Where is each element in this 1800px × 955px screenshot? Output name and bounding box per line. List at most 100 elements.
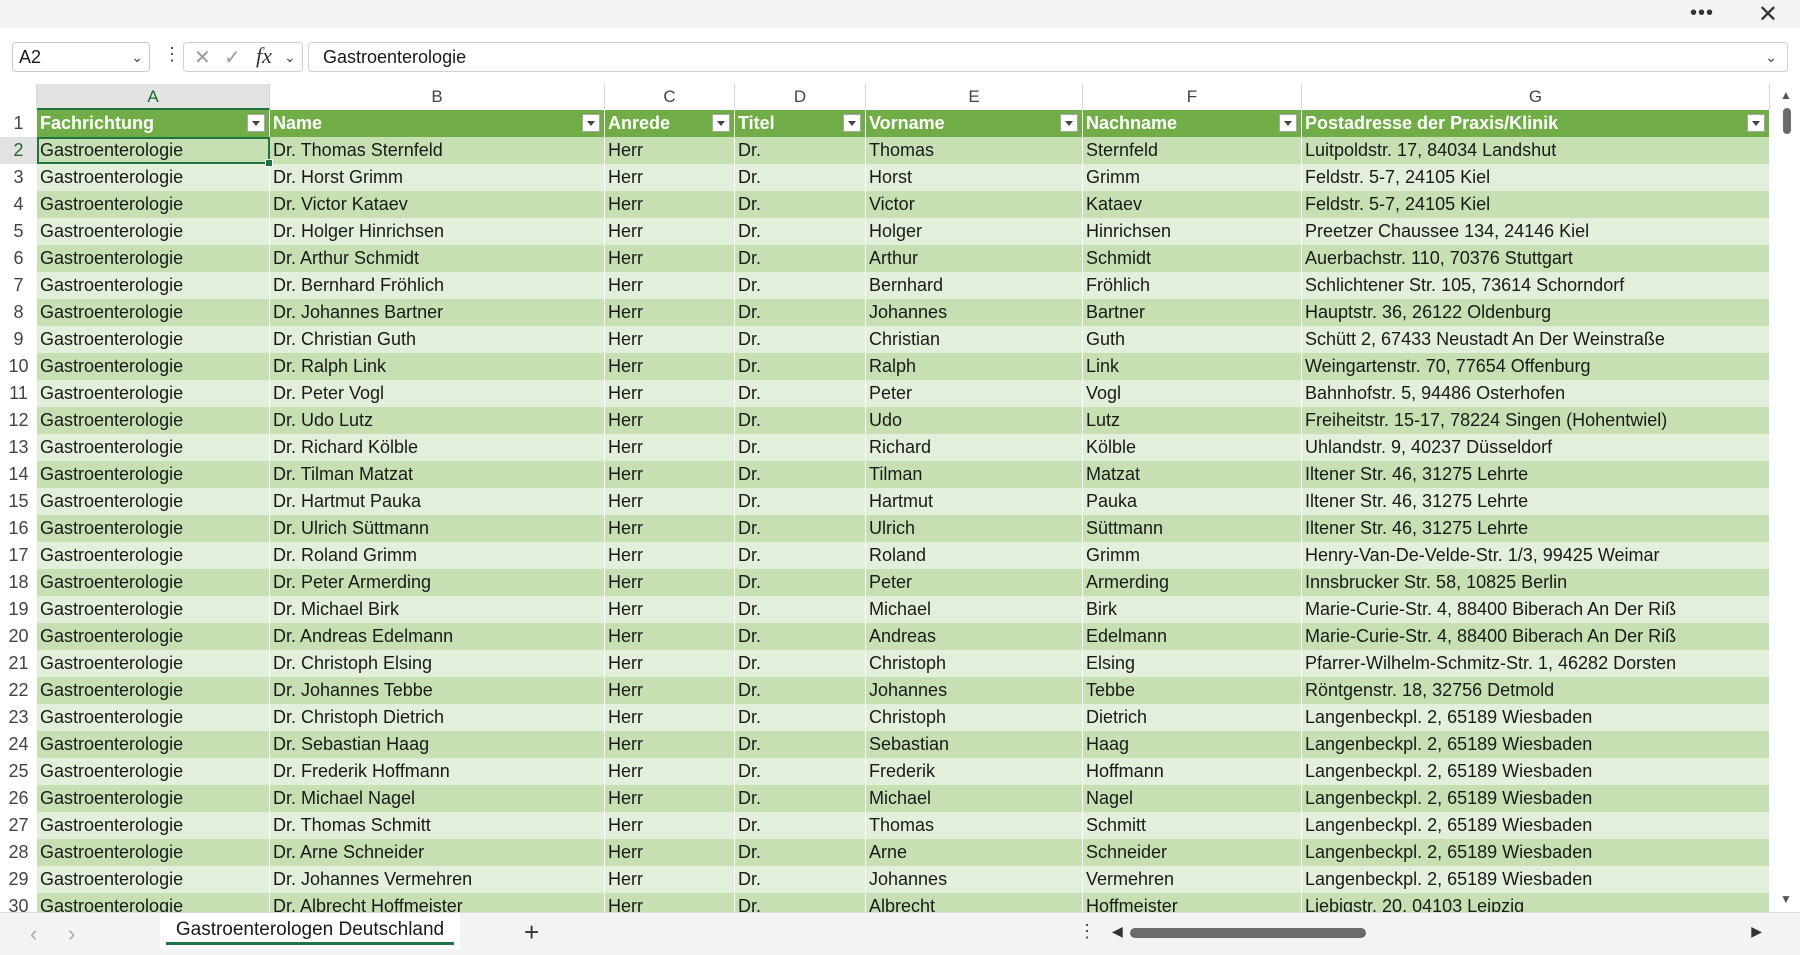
table-cell[interactable]: Iltener Str. 46, 31275 Lehrte [1302,461,1770,488]
header-cell[interactable]: Nachname [1083,110,1302,137]
table-cell[interactable]: Dr. [735,731,866,758]
table-cell[interactable]: Dr. Peter Armerding [270,569,605,596]
next-sheet-icon[interactable]: › [68,921,75,947]
table-cell[interactable]: Arne [866,839,1083,866]
table-cell[interactable]: Herr [605,542,735,569]
table-cell[interactable]: Dr. Johannes Vermehren [270,866,605,893]
table-cell[interactable]: Gastroenterologie [37,785,270,812]
row-header[interactable]: 1 [0,110,37,137]
table-cell[interactable]: Dr. [735,542,866,569]
table-cell[interactable]: Dr. Ralph Link [270,353,605,380]
vertical-scrollbar[interactable]: ▲ ▼ [1775,84,1800,912]
table-cell[interactable]: Herr [605,731,735,758]
row-header[interactable]: 17 [0,542,37,569]
table-cell[interactable]: Gastroenterologie [37,353,270,380]
table-cell[interactable]: Fröhlich [1083,272,1302,299]
horizontal-scrollbar[interactable]: ◀ ▶ [1108,923,1768,941]
table-cell[interactable]: Ralph [866,353,1083,380]
scroll-right-icon[interactable]: ▶ [1751,923,1762,940]
table-cell[interactable]: Gastroenterologie [37,299,270,326]
table-cell[interactable]: Röntgenstr. 18, 32756 Detmold [1302,677,1770,704]
table-cell[interactable]: Dr. Arne Schneider [270,839,605,866]
table-cell[interactable]: Tebbe [1083,677,1302,704]
row-header[interactable]: 11 [0,380,37,407]
row-header[interactable]: 22 [0,677,37,704]
table-cell[interactable]: Marie-Curie-Str. 4, 88400 Biberach An De… [1302,596,1770,623]
table-cell[interactable]: Herr [605,812,735,839]
scroll-down-icon[interactable]: ▼ [1780,892,1792,906]
row-header[interactable]: 10 [0,353,37,380]
table-cell[interactable]: Dr. [735,758,866,785]
table-cell[interactable]: Birk [1083,596,1302,623]
table-cell[interactable]: Dr. Tilman Matzat [270,461,605,488]
row-header[interactable]: 30 [0,893,37,912]
table-cell[interactable]: Herr [605,893,735,912]
table-cell[interactable]: Vermehren [1083,866,1302,893]
table-cell[interactable]: Dr. Peter Vogl [270,380,605,407]
table-cell[interactable]: Dr. Thomas Sternfeld [270,137,605,164]
table-cell[interactable]: Auerbachstr. 110, 70376 Stuttgart [1302,245,1770,272]
table-cell[interactable]: Elsing [1083,650,1302,677]
table-cell[interactable]: Langenbeckpl. 2, 65189 Wiesbaden [1302,785,1770,812]
table-cell[interactable]: Dr. Michael Birk [270,596,605,623]
confirm-icon[interactable]: ✓ [224,45,241,70]
table-cell[interactable]: Gastroenterologie [37,380,270,407]
header-cell[interactable]: Titel [735,110,866,137]
table-cell[interactable]: Hoffmeister [1083,893,1302,912]
table-cell[interactable]: Johannes [866,299,1083,326]
table-cell[interactable]: Dr. Richard Kölble [270,434,605,461]
table-cell[interactable]: Schneider [1083,839,1302,866]
table-cell[interactable]: Marie-Curie-Str. 4, 88400 Biberach An De… [1302,623,1770,650]
table-cell[interactable]: Dr. Christoph Elsing [270,650,605,677]
table-cell[interactable]: Feldstr. 5-7, 24105 Kiel [1302,191,1770,218]
table-cell[interactable]: Edelmann [1083,623,1302,650]
table-cell[interactable]: Dr. Frederik Hoffmann [270,758,605,785]
chevron-down-icon[interactable]: ⌄ [284,49,296,66]
table-cell[interactable]: Dr. [735,650,866,677]
filter-dropdown-icon[interactable] [1060,114,1078,132]
table-cell[interactable]: Gastroenterologie [37,542,270,569]
table-cell[interactable]: Dr. [735,569,866,596]
table-cell[interactable]: Schmidt [1083,245,1302,272]
table-cell[interactable]: Dr. Horst Grimm [270,164,605,191]
table-cell[interactable]: Langenbeckpl. 2, 65189 Wiesbaden [1302,758,1770,785]
row-header[interactable]: 26 [0,785,37,812]
row-header[interactable]: 4 [0,191,37,218]
table-cell[interactable]: Armerding [1083,569,1302,596]
table-cell[interactable]: Dr. [735,677,866,704]
table-cell[interactable]: Christoph [866,650,1083,677]
header-cell[interactable]: Fachrichtung [37,110,270,137]
table-cell[interactable]: Herr [605,650,735,677]
table-cell[interactable]: Dr. [735,218,866,245]
table-cell[interactable]: Dr. Holger Hinrichsen [270,218,605,245]
table-cell[interactable]: Herr [605,677,735,704]
table-cell[interactable]: Ulrich [866,515,1083,542]
table-cell[interactable]: Herr [605,137,735,164]
row-header[interactable]: 15 [0,488,37,515]
table-cell[interactable]: Herr [605,353,735,380]
table-cell[interactable]: Gastroenterologie [37,407,270,434]
vertical-scroll-thumb[interactable] [1783,108,1791,134]
row-header[interactable]: 27 [0,812,37,839]
table-cell[interactable]: Henry-Van-De-Velde-Str. 1/3, 99425 Weima… [1302,542,1770,569]
select-all-corner[interactable] [0,84,37,110]
filter-dropdown-icon[interactable] [843,114,861,132]
table-cell[interactable]: Michael [866,785,1083,812]
table-cell[interactable]: Tilman [866,461,1083,488]
table-cell[interactable]: Kataev [1083,191,1302,218]
table-cell[interactable]: Uhlandstr. 9, 40237 Düsseldorf [1302,434,1770,461]
table-cell[interactable]: Herr [605,461,735,488]
row-header[interactable]: 3 [0,164,37,191]
table-cell[interactable]: Dr. [735,488,866,515]
table-cell[interactable]: Langenbeckpl. 2, 65189 Wiesbaden [1302,839,1770,866]
table-cell[interactable]: Preetzer Chaussee 134, 24146 Kiel [1302,218,1770,245]
row-header[interactable]: 7 [0,272,37,299]
table-cell[interactable]: Langenbeckpl. 2, 65189 Wiesbaden [1302,812,1770,839]
table-cell[interactable]: Holger [866,218,1083,245]
table-cell[interactable]: Gastroenterologie [37,461,270,488]
table-cell[interactable]: Herr [605,434,735,461]
table-cell[interactable]: Gastroenterologie [37,272,270,299]
table-cell[interactable]: Langenbeckpl. 2, 65189 Wiesbaden [1302,866,1770,893]
table-cell[interactable]: Lutz [1083,407,1302,434]
filter-dropdown-icon[interactable] [1279,114,1297,132]
